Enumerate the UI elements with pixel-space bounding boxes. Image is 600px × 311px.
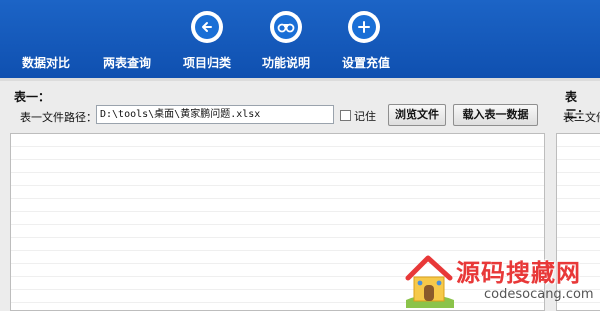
toolbar-item-label: 数据对比: [22, 56, 71, 70]
toolbar-item-label: 功能说明: [262, 56, 311, 70]
toolbar-item-project-categorize[interactable]: 项目归类: [170, 0, 250, 78]
toolbar-item-settings-recharge[interactable]: 设置充值: [330, 0, 410, 78]
toolbar: 数据对比 两表查询 项目归类 功能说明 设置充值: [0, 0, 600, 78]
toolbar-divider: [0, 78, 600, 81]
table1-title: 表一：: [14, 90, 51, 104]
load-table1-button[interactable]: 载入表一数据: [453, 104, 538, 126]
back-arrow-icon: [191, 11, 223, 43]
binoculars-icon: [270, 11, 302, 43]
toolbar-item-help[interactable]: 功能说明: [250, 0, 330, 78]
toolbar-item-label: 两表查询: [103, 56, 152, 70]
table1-path-input[interactable]: D:\tools\桌面\黄家鹏问题.xlsx: [96, 105, 334, 124]
watermark: 源码搜藏网 codesocang.com: [400, 248, 600, 311]
remember-checkbox[interactable]: [340, 110, 351, 121]
house-logo-icon: [405, 255, 454, 308]
toolbar-item-label: 项目归类: [183, 56, 232, 70]
watermark-url: codesocang.com: [484, 287, 594, 302]
watermark-title: 源码搜藏网: [456, 259, 581, 287]
browse-file-button[interactable]: 浏览文件: [388, 104, 446, 126]
toolbar-item-two-table-query[interactable]: 两表查询: [96, 0, 170, 78]
toolbar-item-data-compare[interactable]: 数据对比: [0, 0, 96, 78]
table2-path-label: 表二文件: [563, 111, 600, 124]
toolbar-item-label: 设置充值: [342, 56, 391, 70]
plus-icon: [348, 11, 380, 43]
table1-path-label: 表一文件路径：: [20, 111, 97, 124]
remember-label: 记住: [354, 110, 376, 123]
